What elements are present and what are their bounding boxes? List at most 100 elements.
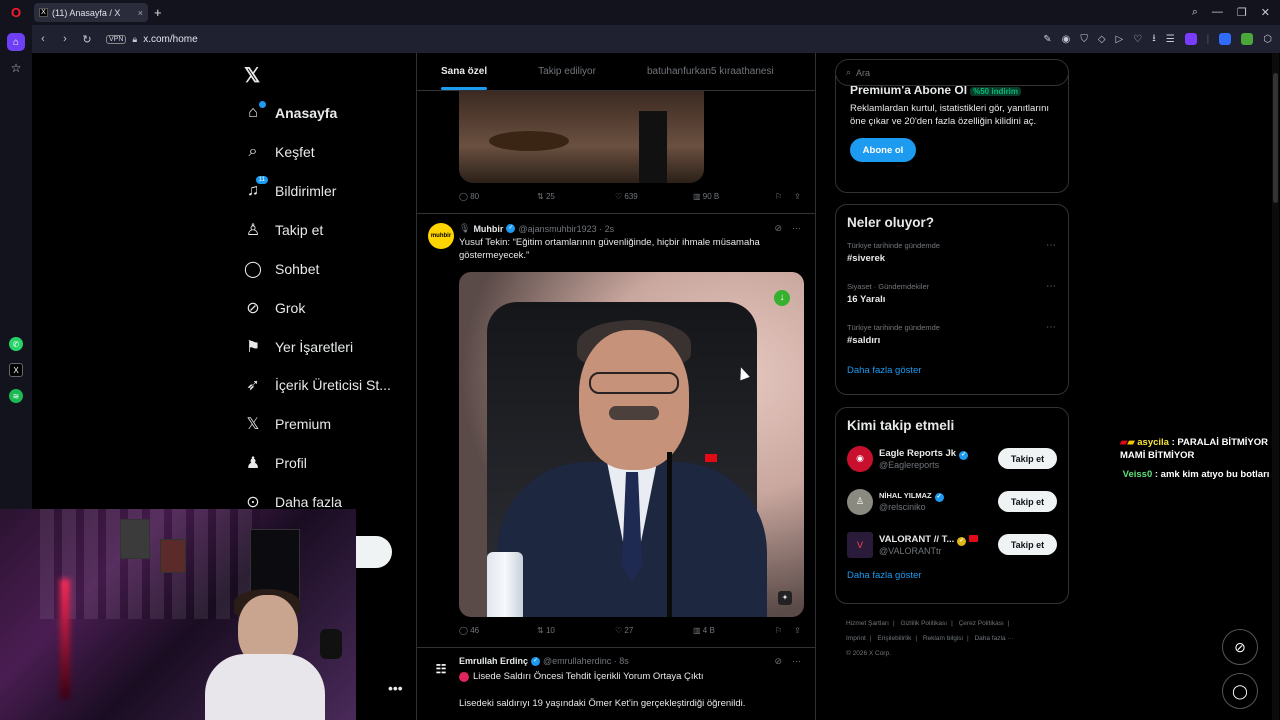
account-more-icon[interactable]: ••• [388, 680, 403, 696]
browser-tab-active[interactable]: X (11) Anasayfa / X × [34, 3, 148, 22]
follow-suggestion[interactable]: ◉ Eagle Reports Jk ✓ @Eaglereports Takip … [836, 437, 1068, 480]
repost-button[interactable]: ⇅ 25 [537, 192, 615, 201]
footer-link[interactable]: Daha fazla ··· [974, 635, 1013, 642]
avatar[interactable]: V [847, 531, 873, 558]
player-icon[interactable]: ▷ [1116, 34, 1124, 45]
search-input[interactable]: ⌕ Ara [835, 59, 1069, 86]
camera-icon[interactable]: ◉ [1062, 34, 1071, 45]
cube-icon[interactable]: ⬡ [1263, 34, 1272, 45]
x-logo-icon[interactable]: 𝕏 [244, 63, 260, 88]
avatar[interactable]: ♙ [847, 488, 873, 515]
author-handle[interactable]: @emrullaherdinc · 8s [543, 656, 629, 666]
edit-icon[interactable]: ✎ [1043, 34, 1051, 45]
url-field[interactable]: x.com/home [143, 34, 197, 45]
avatar[interactable]: ◉ [847, 445, 873, 472]
download-ext-icon[interactable] [1241, 33, 1254, 45]
maximize-button[interactable]: ❐ [1237, 6, 1247, 19]
grok-fab-icon[interactable]: ⊘ [1222, 629, 1258, 665]
tab-following[interactable]: Takip ediliyor [538, 53, 596, 90]
nav-creator-studio[interactable]: ➶ İçerik Üreticisi St... [242, 370, 391, 400]
follow-button[interactable]: Takip et [998, 491, 1057, 512]
more-icon[interactable]: ⋯ [1046, 281, 1056, 292]
pinboard-icon[interactable]: ☆ [0, 55, 32, 81]
follow-show-more-link[interactable]: Daha fazla göster [836, 570, 1068, 581]
nav-profile[interactable]: ♟ Profil [242, 448, 307, 478]
new-tab-button[interactable]: + [154, 5, 162, 20]
shield-icon[interactable]: ⛉ [1080, 34, 1088, 45]
views-button[interactable]: ▥ 4 B [693, 626, 775, 635]
close-window-button[interactable]: ✕ [1261, 6, 1270, 19]
sidebar-home-icon[interactable]: ⌂ [0, 29, 32, 55]
follow-suggestion[interactable]: V VALORANT // T... ✓ @VALORANTtr Takip et [836, 523, 1068, 566]
follow-button[interactable]: Takip et [998, 448, 1057, 469]
post-button[interactable] [356, 536, 392, 568]
subscribe-button[interactable]: Abone ol [850, 138, 916, 162]
like-button[interactable]: ♡ 27 [615, 626, 693, 635]
opera-logo[interactable]: O [0, 0, 32, 25]
footer-link[interactable]: Hizmet Şartları [846, 620, 889, 627]
heart-icon[interactable]: ♡ [1133, 34, 1142, 45]
extension-icon[interactable] [1219, 33, 1232, 45]
grok-icon[interactable]: ⊘ [774, 223, 782, 234]
scrollbar[interactable] [1272, 53, 1279, 720]
trend-item[interactable]: Türkiye tarihinde gündemde #saldırı ⋯ [836, 314, 1068, 355]
reload-icon[interactable]: ↻ [76, 33, 98, 46]
more-icon[interactable]: ⋯ [792, 223, 801, 234]
vpn-badge[interactable]: VPN [106, 34, 127, 44]
nav-chat[interactable]: ◯ Sohbet [242, 254, 319, 284]
footer-link[interactable]: Imprint [846, 635, 866, 642]
nav-premium[interactable]: 𝕏 Premium [242, 409, 331, 439]
like-button[interactable]: ♡ 639 [615, 192, 693, 201]
tab-for-you[interactable]: Sana özel [441, 53, 488, 90]
author-name[interactable]: Emrullah Erdinç [459, 656, 528, 666]
follow-button[interactable]: Takip et [998, 534, 1057, 555]
share-button[interactable]: ⇪ [794, 626, 801, 635]
views-button[interactable]: ▥ 90 B [693, 192, 775, 201]
tab-community[interactable]: batuhanfurkan5 kıraathanesi [647, 53, 774, 90]
bookmark-button[interactable]: ⚐ [775, 192, 782, 201]
footer-link[interactable]: Reklam bilgisi [923, 635, 963, 642]
nav-follow[interactable]: ♙ Takip et [242, 215, 323, 245]
search-tabs-icon[interactable]: ⌕ [1192, 6, 1198, 19]
nav-notifications[interactable]: ♫ 11 Bildirimler [242, 176, 336, 206]
trend-item[interactable]: Siyaset · Gündemdekiler 16 Yaralı ⋯ [836, 273, 1068, 314]
forward-icon[interactable]: › [54, 33, 76, 45]
tab-close-icon[interactable]: × [138, 8, 143, 18]
avatar[interactable]: muhbir [428, 223, 454, 249]
back-icon[interactable]: ‹ [32, 33, 54, 45]
grok-image-icon[interactable]: ✦ [778, 591, 792, 605]
follow-suggestion[interactable]: ♙ NİHAL YILMAZ ✓ @relsciniko Takip et [836, 480, 1068, 523]
nav-explore[interactable]: ⌕ Keşfet [242, 137, 315, 167]
more-icon[interactable]: ⋯ [1046, 322, 1056, 333]
footer-link[interactable]: Erişilebilirlik [877, 635, 911, 642]
trends-show-more-link[interactable]: Daha fazla göster [836, 365, 1068, 376]
download-icon[interactable]: ↓ [774, 290, 790, 306]
previous-post-image[interactable] [459, 91, 704, 183]
menu-icon[interactable]: ☰ [1166, 34, 1175, 45]
author-handle[interactable]: @ajansmuhbir1923 · 2s [518, 224, 614, 234]
grok-icon[interactable]: ⊘ [774, 656, 782, 667]
more-icon[interactable]: ⋯ [792, 656, 801, 667]
repost-button[interactable]: ⇅ 10 [537, 626, 615, 635]
post-image[interactable]: ↓ ✦ [459, 272, 804, 617]
author-name[interactable]: Muhbir [473, 224, 503, 234]
spotify-icon[interactable]: ≋ [0, 383, 32, 409]
security-icon[interactable]: ◇ [1098, 34, 1106, 45]
reply-button[interactable]: ◯ 46 [459, 626, 537, 635]
more-icon[interactable]: ⋯ [1046, 240, 1056, 251]
messages-fab-icon[interactable]: ◯ [1222, 673, 1258, 709]
minimize-button[interactable]: — [1212, 6, 1223, 19]
footer-link[interactable]: Gizlilik Politikası [901, 620, 948, 627]
scrollbar-thumb[interactable] [1273, 73, 1278, 203]
share-button[interactable]: ⇪ [794, 192, 801, 201]
footer-link[interactable]: Çerez Politikası [959, 620, 1004, 627]
x-app-icon[interactable]: X [0, 357, 32, 383]
nav-home[interactable]: ⌂ Anasayfa [242, 98, 337, 128]
whatsapp-icon[interactable]: ✆ [0, 331, 32, 357]
nav-bookmarks[interactable]: ⚑ Yer İşaretleri [242, 332, 353, 362]
trend-item[interactable]: Türkiye tarihinde gündemde #siverek ⋯ [836, 232, 1068, 273]
download-icon[interactable]: ⭳ [1152, 31, 1156, 48]
reply-button[interactable]: ◯ 80 [459, 192, 537, 201]
bookmark-button[interactable]: ⚐ [775, 626, 782, 635]
nav-grok[interactable]: ⊘ Grok [242, 293, 305, 323]
